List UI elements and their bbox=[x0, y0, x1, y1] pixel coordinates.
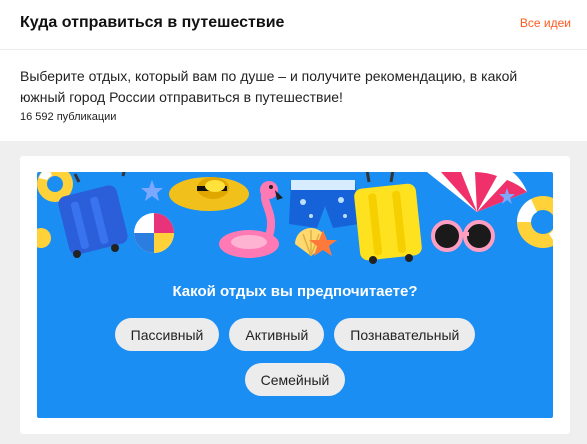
publications-count: 16 592 публикации bbox=[20, 111, 117, 123]
flip-flop-icon bbox=[205, 180, 225, 192]
swim-trunks-icon bbox=[289, 180, 359, 228]
quiz-options-row-1: Пассивный Активный Познавательный bbox=[37, 318, 553, 351]
description: Выберите отдых, который вам по душе – и … bbox=[20, 68, 518, 105]
parasol-icon bbox=[427, 172, 527, 212]
header: Куда отправиться в путешествие Все идеи bbox=[0, 0, 587, 50]
ball-icon bbox=[37, 228, 51, 248]
all-ideas-link[interactable]: Все идеи bbox=[520, 16, 571, 30]
option-family-button[interactable]: Семейный bbox=[244, 363, 346, 396]
swim-ring-icon-2 bbox=[517, 196, 553, 248]
option-educational-button[interactable]: Познавательный bbox=[334, 318, 476, 351]
travel-items-banner bbox=[37, 172, 553, 264]
quiz-options-row-2: Семейный bbox=[37, 363, 553, 396]
option-active-button[interactable]: Активный bbox=[229, 318, 325, 351]
starfish-icon bbox=[141, 180, 163, 201]
option-passive-button[interactable]: Пассивный bbox=[114, 318, 220, 351]
page-title: Куда отправиться в путешествие bbox=[20, 14, 285, 31]
quiz-widget: Какой отдых вы предпочитаете? Пассивный … bbox=[37, 172, 553, 418]
quiz-question: Какой отдых вы предпочитаете? bbox=[172, 283, 418, 300]
suitcase-icon-2 bbox=[354, 172, 422, 264]
beach-ball-icon bbox=[134, 213, 174, 253]
sunglasses-icon bbox=[431, 220, 495, 252]
